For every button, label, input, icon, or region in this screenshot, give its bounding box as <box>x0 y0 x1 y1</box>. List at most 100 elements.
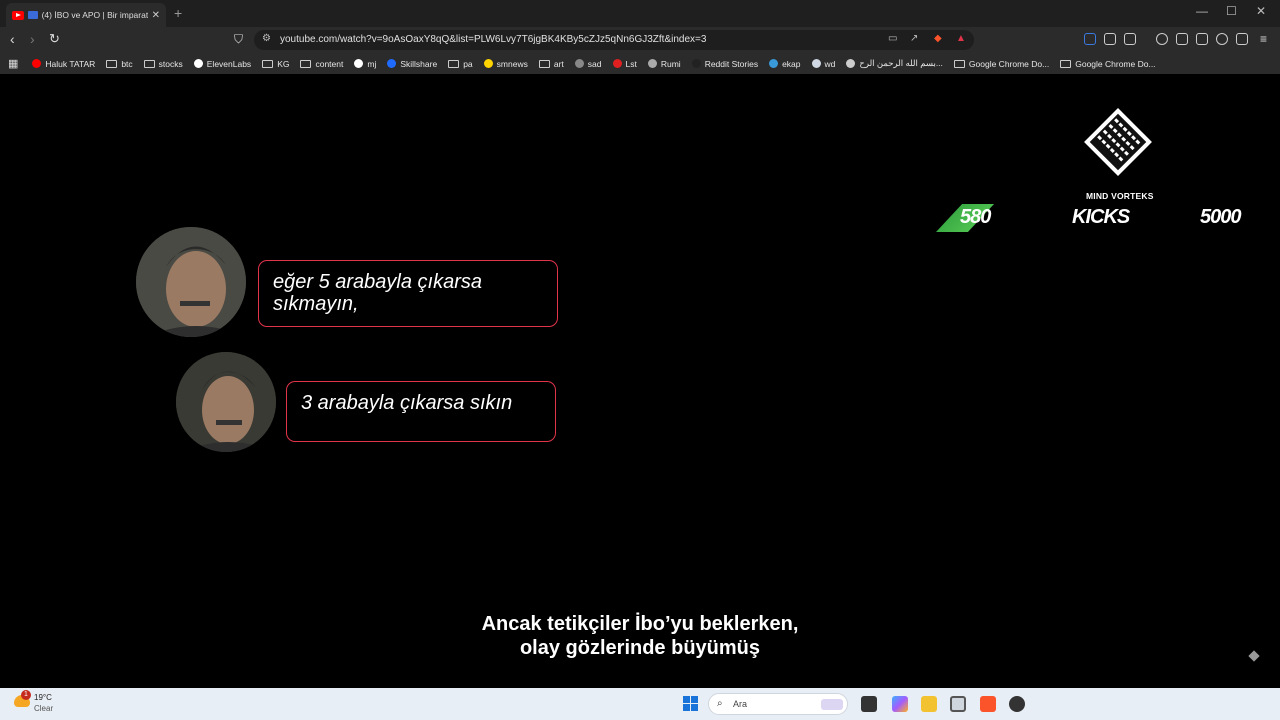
site-settings-icon[interactable]: ⚙ <box>262 33 271 44</box>
bookmark-label: wd <box>824 58 836 69</box>
apps-grid-icon[interactable]: ▦ <box>8 56 18 72</box>
taskbar-search[interactable]: ⌕ Ara <box>708 693 848 715</box>
youtube-icon <box>32 59 42 68</box>
close-tab-icon[interactable]: ✕ <box>152 10 160 21</box>
folder-icon <box>448 59 460 68</box>
bookmark-label: Google Chrome Do... <box>968 58 1050 69</box>
avatar <box>136 227 246 337</box>
bookmark-item[interactable]: Reddit Stories <box>691 58 759 69</box>
bookmark-label: smnews <box>496 58 528 69</box>
bookmark-item[interactable]: Lst <box>612 59 637 69</box>
music-icon[interactable] <box>1156 33 1168 45</box>
bookmark-item[interactable]: stocks <box>143 59 183 69</box>
weather-condition[interactable]: Clear <box>34 704 53 713</box>
bookmark-label: Rumi <box>660 58 681 69</box>
search-highlight-icon <box>821 699 843 710</box>
browser-tab[interactable]: (4) İBO ve APO | Bir imparator ✕ <box>6 3 166 27</box>
brand-label: MIND VORTEKS <box>1086 191 1154 201</box>
start-icon[interactable] <box>683 696 698 711</box>
back-icon[interactable]: ‹ <box>10 31 15 47</box>
address-bar[interactable]: ⚙ youtube.com/watch?v=9oAsOaxY8qQ&list=P… <box>254 30 974 50</box>
snipping-tool-icon[interactable] <box>950 696 966 712</box>
bookmark-item[interactable]: sad <box>574 58 602 69</box>
bookmark-item[interactable]: mj <box>354 59 376 69</box>
bookmark-label: Google Chrome Do... <box>1075 58 1156 69</box>
new-tab-icon[interactable]: + <box>174 5 182 21</box>
bookmark-label: ekap <box>782 58 801 69</box>
globe-icon <box>647 59 657 68</box>
bookmark-label: sad <box>587 58 602 69</box>
task-view-icon[interactable] <box>861 696 877 712</box>
maximize-icon[interactable]: ☐ <box>1226 4 1237 18</box>
bookmark-item[interactable]: ekap <box>769 58 801 69</box>
bookmark-item[interactable]: art <box>538 58 564 69</box>
wallet-icon[interactable] <box>1196 33 1208 45</box>
screenshot-icon[interactable] <box>1124 33 1136 45</box>
avatar <box>176 352 276 452</box>
navigation-bar: ‹ › ↻ ⛉ ⚙ youtube.com/watch?v=9oAsOaxY8q… <box>0 27 1280 53</box>
temperature[interactable]: 19°C <box>34 693 52 702</box>
github-icon <box>354 59 364 68</box>
ekap-icon <box>769 59 779 68</box>
bookmark-label: بسم الله الرحمن الرح... <box>859 58 943 68</box>
video-player[interactable]: MIND VORTEKS 580 KICKS 5000 eğer 5 araba… <box>0 74 1280 688</box>
tab-title: (4) İBO ve APO | Bir imparator <box>41 10 148 20</box>
s-icon <box>612 59 622 68</box>
bookmark-item[interactable]: Haluk TATAR <box>32 59 95 69</box>
brave-shields-icon[interactable]: ◆ <box>934 33 942 44</box>
vpn-icon[interactable] <box>1236 33 1248 45</box>
youtube-icon <box>12 10 24 20</box>
bookmark-label: content <box>315 58 344 69</box>
cast-icon[interactable]: ▭ <box>888 33 897 44</box>
bookmark-item[interactable]: بسم الله الرحمن الرح... <box>846 58 943 69</box>
notification-badge: 1 <box>21 690 31 700</box>
close-window-icon[interactable]: ✕ <box>1256 4 1266 18</box>
tab-strip: (4) İBO ve APO | Bir imparator ✕ + — ☐ ✕ <box>0 0 1280 27</box>
bookmark-item[interactable]: pa <box>448 58 473 69</box>
search-icon: ⌕ <box>717 698 723 709</box>
bookmark-item[interactable]: wd <box>811 58 836 69</box>
brave-browser-icon[interactable] <box>980 696 996 712</box>
bookmarks-bar: ▦ Haluk TATAR btc stocks ElevenLabs KG conten… <box>0 53 1280 74</box>
reload-icon[interactable]: ↻ <box>49 31 60 47</box>
bookmark-label: art <box>553 58 564 69</box>
bookmark-item[interactable]: smnews <box>483 58 528 69</box>
bookmark-item[interactable]: Google Chrome Do... <box>953 58 1050 69</box>
folder-icon <box>106 59 118 68</box>
bookmark-item[interactable]: Rumi <box>647 58 681 69</box>
wd-icon <box>811 59 821 68</box>
bookmark-label: pa <box>463 58 473 69</box>
folder-icon <box>538 59 550 68</box>
forward-icon[interactable]: › <box>30 31 35 47</box>
subtitles: Ancak tetikçiler İbo’yu beklerken, olay … <box>0 612 1280 660</box>
slash-icon <box>574 59 584 68</box>
bookmark-item[interactable]: btc <box>106 59 133 69</box>
share-icon[interactable]: ↗ <box>910 33 918 44</box>
bookmark-item[interactable]: content <box>300 59 343 69</box>
bookmark-label: mj <box>367 58 377 69</box>
puzzle-icon[interactable] <box>1104 33 1116 45</box>
copilot-icon[interactable] <box>892 696 908 712</box>
subtitle-line: olay gözlerinde büyümüş <box>519 637 761 659</box>
minimize-icon[interactable]: — <box>1196 4 1208 18</box>
bookmark-label: Reddit Stories <box>704 58 759 69</box>
bookmark-item[interactable]: KG <box>262 59 289 69</box>
bookmark-item[interactable]: Skillshare <box>387 59 437 69</box>
bookmark-label: ElevenLabs <box>206 58 252 69</box>
extension-icon[interactable] <box>1084 33 1096 45</box>
menu-icon[interactable]: ≡ <box>1260 31 1267 47</box>
folder-icon <box>262 59 274 68</box>
skillshare-icon <box>387 59 397 68</box>
elevenlabs-icon <box>193 59 203 68</box>
file-explorer-icon[interactable] <box>921 696 937 712</box>
brave-rewards-icon[interactable]: ▲ <box>956 33 966 44</box>
folder-icon <box>1060 59 1072 68</box>
bookmark-item[interactable]: ElevenLabs <box>193 58 252 69</box>
obs-icon[interactable] <box>1009 696 1025 712</box>
url-text[interactable]: youtube.com/watch?v=9oAsOaxY8qQ&list=PLW… <box>280 34 706 45</box>
bookmark-icon[interactable]: ⛉ <box>234 31 243 47</box>
sidebar-icon[interactable] <box>1176 33 1188 45</box>
folder-icon <box>300 59 312 68</box>
bookmark-item[interactable]: Google Chrome Do... <box>1060 58 1156 69</box>
leo-icon[interactable] <box>1216 33 1228 45</box>
